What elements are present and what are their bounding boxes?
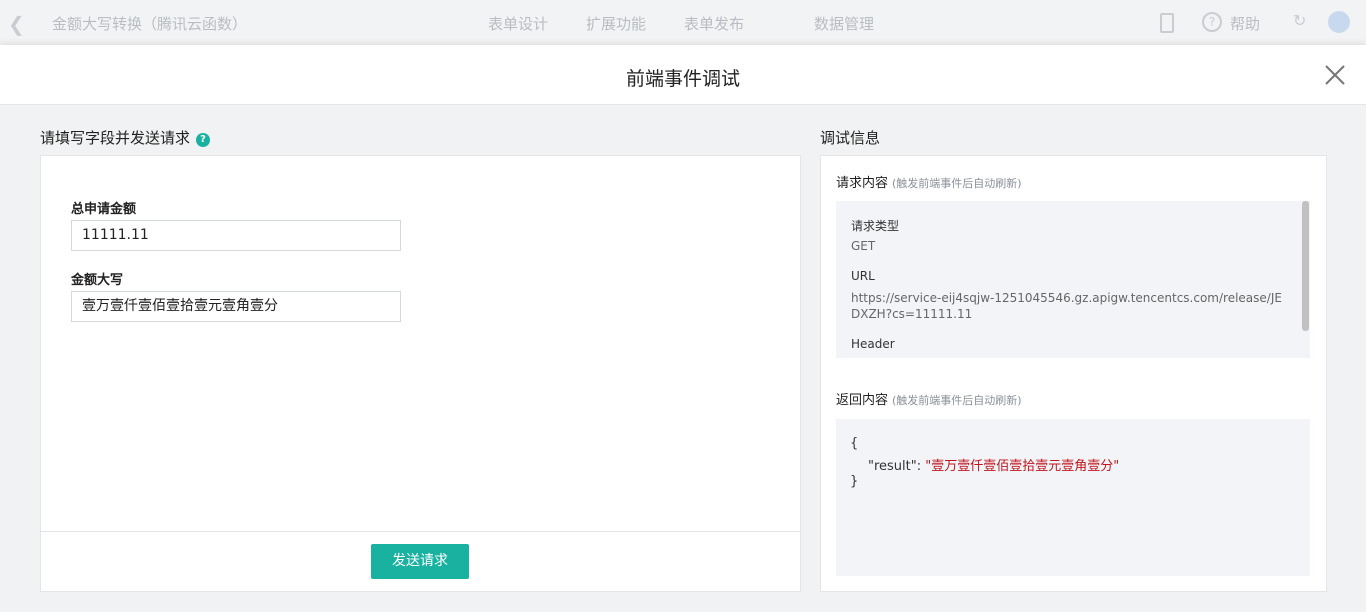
json-close-brace: } <box>850 474 859 489</box>
response-content-box[interactable]: { "result": "壹万壹仟壹佰壹拾壹元壹角壹分" } <box>836 419 1310 576</box>
nav-item-publish[interactable]: 表单发布 <box>684 13 744 34</box>
divider <box>41 531 800 532</box>
json-result-value: "壹万壹仟壹佰壹拾壹元壹角壹分" <box>925 459 1120 474</box>
json-open-brace: { <box>850 436 859 451</box>
request-scrollbar[interactable] <box>1302 201 1309 331</box>
nav-item-extensions[interactable]: 扩展功能 <box>586 13 646 34</box>
modal-title: 前端事件调试 <box>625 68 740 90</box>
debug-section-title: 调试信息 <box>820 129 881 147</box>
back-icon[interactable]: ❮ <box>8 12 25 36</box>
form-panel: 总申请金额 11111.11 金额大写 壹万壹仟壹佰壹拾壹元壹角壹分 发送请求 <box>40 155 801 592</box>
help-link[interactable]: 帮助 <box>1230 13 1260 34</box>
request-type-label: 请求类型 <box>851 219 900 233</box>
modal-header: 前端事件调试 <box>0 45 1366 105</box>
debug-panel: 请求内容 (触发前端事件后自动刷新) 请求类型 GET URL https://s… <box>820 155 1327 592</box>
request-title: 请求内容 (触发前端事件后自动刷新) <box>836 172 1022 191</box>
mobile-preview-icon[interactable] <box>1160 13 1174 33</box>
form-section-title: 请填写字段并发送请求? <box>40 127 211 148</box>
request-type-value: GET <box>851 239 876 253</box>
nav-item-data[interactable]: 数据管理 <box>814 13 874 34</box>
response-hint: (触发前端事件后自动刷新) <box>892 394 1022 407</box>
json-result-key: "result": <box>868 459 922 474</box>
amount-upper-input[interactable]: 壹万壹仟壹佰壹拾壹元壹角壹分 <box>71 291 401 322</box>
nav-item-design[interactable]: 表单设计 <box>488 13 548 34</box>
app-title: 金额大写转换（腾讯云函数） <box>52 15 248 33</box>
response-title: 返回内容 (触发前端事件后自动刷新) <box>836 389 1022 408</box>
form-section-title-text: 请填写字段并发送请求 <box>40 129 191 147</box>
question-icon[interactable]: ? <box>196 133 211 147</box>
send-request-button[interactable]: 发送请求 <box>371 544 469 579</box>
json-result-line: "result": "壹万壹仟壹佰壹拾壹元壹角壹分" <box>868 455 1119 474</box>
url-label: URL <box>851 269 875 283</box>
avatar[interactable] <box>1328 11 1350 33</box>
field-label-total-amount: 总申请金额 <box>71 202 137 217</box>
debug-modal: 前端事件调试 请填写字段并发送请求? 总申请金额 11111.11 金额大写 壹… <box>0 45 1366 612</box>
response-title-text: 返回内容 <box>836 393 889 408</box>
request-hint: (触发前端事件后自动刷新) <box>892 177 1022 190</box>
header-label: Header <box>851 337 895 351</box>
field-label-amount-upper: 金额大写 <box>71 273 124 288</box>
help-circle-icon[interactable]: ? <box>1202 12 1222 32</box>
app-header: ❮ 金额大写转换（腾讯云函数） 表单设计 扩展功能 表单发布 数据管理 ? 帮助… <box>0 0 1366 44</box>
refresh-icon[interactable]: ↻ <box>1293 11 1306 30</box>
close-icon[interactable] <box>1324 64 1346 86</box>
url-value: https://service-eij4sqjw-1251045546.gz.a… <box>851 291 1282 321</box>
request-title-text: 请求内容 <box>836 176 889 191</box>
total-amount-input[interactable]: 11111.11 <box>71 220 401 251</box>
request-content-box[interactable]: 请求类型 GET URL https://service-eij4sqjw-12… <box>836 201 1310 358</box>
